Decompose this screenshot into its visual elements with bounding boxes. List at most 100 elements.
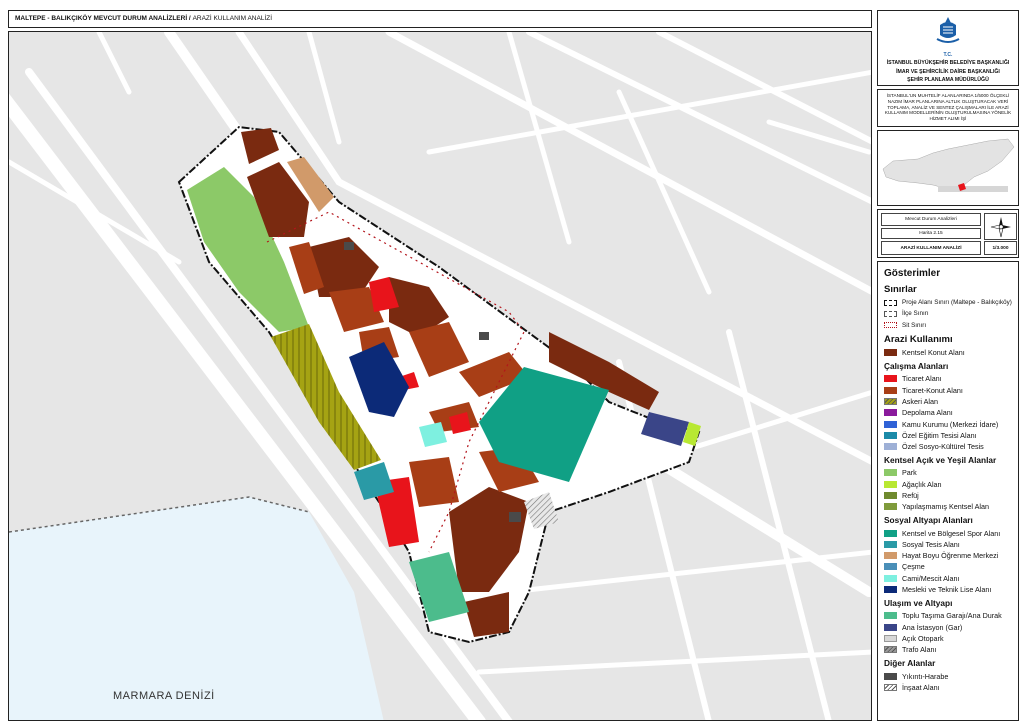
legend-group-heading: Ulaşım ve Altyapı — [884, 598, 953, 609]
map-number: Harita 2.15 — [881, 228, 981, 239]
legend-swatch — [884, 420, 897, 428]
legend-item: Ticaret-Konut Alanı — [884, 384, 1012, 395]
legend-swatch — [884, 503, 897, 511]
legend-swatch — [884, 683, 897, 691]
legend-swatch — [884, 529, 897, 537]
legend-land-use-list: Kentsel Konut Alanı Çalışma Alanları Ticar… — [884, 347, 1012, 693]
legend-item-label: Trafo Alanı — [902, 645, 937, 655]
legend-boundary-label: İlçe Sınırı — [902, 310, 929, 318]
legend-boundary-label: Proje Alanı Sınırı (Maltepe - Balıkçıköy… — [902, 299, 1012, 307]
legend-group-heading: Çalışma Alanları — [884, 361, 949, 372]
section-label: Mevcut Durum Analizleri — [881, 213, 981, 226]
legend-swatch — [884, 409, 897, 417]
legend-swatch — [884, 552, 897, 560]
legend-item-label: Park — [902, 468, 917, 478]
legend-item-label: Sosyal Tesis Alanı — [902, 539, 960, 549]
legend-boundary-item: İlçe Sınırı — [884, 308, 1012, 319]
legend-swatch — [884, 574, 897, 582]
legend-item-label: İnşaat Alanı — [902, 682, 940, 692]
legend-swatch — [884, 540, 897, 548]
legend-item-label: Kentsel ve Bölgesel Spor Alanı — [902, 528, 1001, 538]
legend-item: Refüj — [884, 490, 1012, 501]
legend-item: Çeşme — [884, 561, 1012, 572]
legend-item: Açık Otopark — [884, 633, 1012, 644]
legend-item: Kamu Kurumu (Merkezi İdare) — [884, 418, 1012, 429]
institution-line-2: İMAR VE ŞEHİRCİLİK DAİRE BAŞKANLIĞI — [896, 68, 1000, 75]
map-sheet-title: ARAZİ KULLANIM ANALİZİ — [192, 15, 273, 22]
institution-line-1: İSTANBUL BÜYÜKŞEHİR BELEDİYE BAŞKANLIĞI — [886, 60, 1010, 66]
legend-item-label: Kentsel Konut Alanı — [902, 348, 965, 358]
legend-item: Sosyal Tesis Alanı — [884, 539, 1012, 550]
tc-label: T.C. — [943, 52, 953, 58]
map-title-bar: MALTEPE - BALIKÇIKÖY MEVCUT DURUM ANALİZ… — [8, 10, 872, 28]
legend-item-label: Ana İstasyon (Gar) — [902, 622, 963, 632]
legend-swatch — [884, 397, 897, 405]
legend-swatch — [884, 634, 897, 642]
legend-item: Özel Eğitim Tesisi Alanı — [884, 430, 1012, 441]
legend-item: Toplu Taşıma Garajı/Ana Durak — [884, 610, 1012, 621]
legend-boundary-swatch — [884, 322, 897, 329]
legend-title: Gösterimler — [884, 268, 941, 279]
legend-item-label: Askeri Alan — [902, 396, 938, 406]
legend-item: Ağaçlık Alan — [884, 479, 1012, 490]
legend-item: Depolama Alanı — [884, 407, 1012, 418]
legend-group-heading: Kentsel Açık ve Yeşil Alanlar — [884, 455, 997, 466]
legend-item: Yapılaşmamış Kentsel Alan — [884, 501, 1012, 512]
locator-map-graphic — [882, 138, 1015, 192]
project-description-text: İSTANBUL'UN MUHTELİF ALANLARINDA 1/5000 … — [884, 93, 1012, 122]
legend-item-label: Kamu Kurumu (Merkezi İdare) — [902, 419, 999, 429]
institution-line-3: ŞEHİR PLANLAMA MÜDÜRLÜĞÜ — [907, 77, 989, 83]
map-title: ARAZİ KULLANIM ANALİZİ — [881, 241, 981, 255]
legend-item-label: Refüj — [902, 491, 919, 500]
locator-map — [877, 130, 1019, 206]
legend-swatch — [884, 386, 897, 394]
legend-boundaries-heading: Sınırlar — [884, 284, 917, 295]
legend-item: Mesleki ve Teknik Lise Alanı — [884, 584, 1012, 595]
legend-item-label: Özel Sosyo-Kültürel Tesis — [902, 442, 984, 452]
legend-item-label: Ağaçlık Alan — [902, 479, 942, 489]
legend-swatch — [884, 563, 897, 571]
legend-item-label: Özel Eğitim Tesisi Alanı — [902, 430, 977, 440]
legend-item: Kentsel ve Bölgesel Spor Alanı — [884, 527, 1012, 538]
legend-item-label: Toplu Taşıma Garajı/Ana Durak — [902, 611, 1002, 621]
legend-panel: Gösterimler Sınırlar Proje Alanı Sınırı … — [877, 261, 1019, 721]
legend-group-heading: Diğer Alanlar — [884, 658, 936, 669]
legend-item: Park — [884, 467, 1012, 478]
legend-item: Trafo Alanı — [884, 644, 1012, 655]
north-arrow-icon — [990, 216, 1011, 237]
legend-swatch — [884, 623, 897, 631]
legend-swatch — [884, 586, 897, 594]
legend-land-use-heading: Arazi Kullanımı — [884, 333, 953, 345]
legend-boundary-label: Sit Sınırı — [902, 321, 927, 329]
legend-swatch — [884, 443, 897, 451]
legend-swatch — [884, 375, 897, 383]
institution-panel: T.C. İSTANBUL BÜYÜKŞEHİR BELEDİYE BAŞKAN… — [877, 10, 1019, 86]
legend-item: Yıkıntı-Harabe — [884, 670, 1012, 681]
map-scale: 1/3.000 — [984, 241, 1017, 255]
legend-item: Ticaret Alanı — [884, 373, 1012, 384]
sea-label: MARMARA DENİZİ — [113, 690, 215, 702]
legend-item-label: Depolama Alanı — [902, 408, 953, 418]
legend-boundary-swatch — [884, 310, 897, 317]
legend-boundary-item: Sit Sınırı — [884, 320, 1012, 331]
ibb-logo-icon — [936, 17, 960, 43]
legend-boundary-item: Proje Alanı Sınırı (Maltepe - Balıkçıköy… — [884, 297, 1012, 308]
legend-item-label: Mesleki ve Teknik Lise Alanı — [902, 585, 992, 595]
legend-group-heading: Sosyal Altyapı Alanları — [884, 515, 973, 526]
legend-item: Askeri Alan — [884, 396, 1012, 407]
legend-swatch — [884, 672, 897, 680]
legend-boundary-list: Proje Alanı Sınırı (Maltepe - Balıkçıköy… — [884, 297, 1012, 331]
legend-swatch — [884, 431, 897, 439]
north-arrow — [984, 213, 1017, 240]
map-info-block: Mevcut Durum Analizleri Harita 2.15 ARAZ… — [877, 209, 1019, 258]
legend-item-label: Ticaret-Konut Alanı — [902, 385, 963, 395]
map-canvas[interactable]: MARMARA DENİZİ — [8, 31, 872, 721]
legend-item-label: Cami/Mescit Alanı — [902, 573, 960, 583]
legend-item-label: Hayat Boyu Öğrenme Merkezi — [902, 551, 999, 561]
map-series-title: MALTEPE - BALIKÇIKÖY MEVCUT DURUM ANALİZ… — [15, 15, 191, 22]
legend-item-label: Ticaret Alanı — [902, 374, 942, 384]
legend-item-label: Açık Otopark — [902, 633, 944, 643]
legend-item: Özel Sosyo-Kültürel Tesis — [884, 441, 1012, 452]
legend-swatch — [884, 349, 897, 357]
legend-item-label: Çeşme — [902, 562, 925, 572]
